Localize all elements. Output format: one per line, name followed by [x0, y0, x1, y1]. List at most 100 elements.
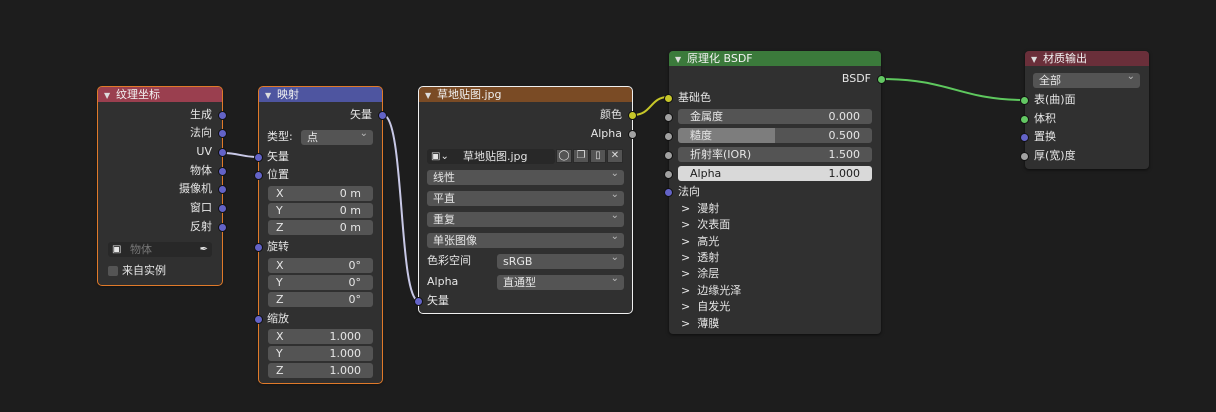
socket-ior[interactable]	[664, 151, 673, 160]
node-header[interactable]: ▼ 纹理坐标	[98, 87, 222, 102]
socket-normal[interactable]	[664, 188, 673, 197]
duplicate-icon[interactable]: ❐	[573, 149, 589, 163]
output-generated: 生成	[190, 108, 212, 121]
socket-window[interactable]	[218, 204, 227, 213]
extension-dropdown[interactable]: 重复	[427, 212, 624, 227]
panel-specular[interactable]: > 高光	[681, 234, 719, 250]
output-window: 窗口	[190, 201, 212, 214]
collapse-chevron-icon[interactable]: ▼	[1031, 52, 1043, 66]
collapse-chevron-icon[interactable]: ▼	[675, 52, 687, 66]
socket-object[interactable]	[218, 167, 227, 176]
panel-transmission[interactable]: > 透射	[681, 250, 719, 266]
location-label: 位置	[267, 168, 289, 181]
target-dropdown[interactable]: 全部	[1033, 73, 1140, 88]
scale-label: 缩放	[267, 312, 289, 325]
alpha-mode-dropdown[interactable]: 直通型	[497, 275, 624, 290]
rotation-x-field[interactable]: X 0°	[268, 258, 373, 273]
socket-generated[interactable]	[218, 111, 227, 120]
scale-y-field[interactable]: Y 1.000	[268, 346, 373, 361]
panel-subsurface[interactable]: > 次表面	[681, 217, 730, 233]
socket-thickness[interactable]	[1020, 152, 1029, 161]
panel-emission[interactable]: > 自发光	[681, 299, 730, 315]
collapse-chevron-icon[interactable]: ▼	[425, 88, 437, 102]
vector-input-label: 矢量	[267, 150, 289, 163]
location-z-field[interactable]: Z0 m	[268, 220, 373, 235]
socket-metallic[interactable]	[664, 113, 673, 122]
base-color-label: 基础色	[678, 91, 711, 104]
panel-diffuse[interactable]: > 漫射	[681, 201, 719, 217]
fake-user-shield-icon[interactable]: ◯	[556, 149, 572, 163]
panel-thin-film[interactable]: > 薄膜	[681, 316, 719, 332]
socket-reflection[interactable]	[218, 223, 227, 232]
roughness-slider[interactable]: 糙度 0.500	[678, 128, 872, 143]
image-name: 草地贴图.jpg	[463, 150, 528, 163]
rotation-y-field[interactable]: Y 0°	[268, 275, 373, 290]
socket-bsdf-out[interactable]	[877, 75, 886, 84]
node-header[interactable]: ▼ 原理化 BSDF	[669, 51, 881, 66]
output-normal: 法向	[190, 126, 212, 139]
type-dropdown[interactable]: 点	[301, 130, 373, 145]
node-header[interactable]: ▼ 材质输出	[1025, 51, 1149, 66]
socket-displacement[interactable]	[1020, 133, 1029, 142]
ior-field[interactable]: 折射率(IOR) 1.500	[678, 147, 872, 162]
object-field[interactable]: ▣ 物体 ✒	[108, 242, 212, 257]
node-title: 原理化 BSDF	[687, 52, 753, 65]
location-x-field[interactable]: X0 m	[268, 186, 373, 201]
socket-vector-out[interactable]	[378, 111, 387, 120]
socket-base-color[interactable]	[664, 94, 673, 103]
output-object: 物体	[190, 164, 212, 177]
panel-sheen[interactable]: > 边缘光泽	[681, 283, 741, 299]
source-dropdown[interactable]: 单张图像	[427, 233, 624, 248]
socket-volume[interactable]	[1020, 115, 1029, 124]
socket-uv[interactable]	[218, 148, 227, 157]
eyedropper-icon[interactable]: ✒	[200, 242, 208, 257]
image-datablock[interactable]: ▣⌄ 草地贴图.jpg	[427, 149, 555, 164]
socket-vector-in[interactable]	[254, 153, 263, 162]
socket-vector-in[interactable]	[414, 297, 423, 306]
interpolation-dropdown[interactable]: 线性	[427, 170, 624, 185]
output-color-label: 颜色	[600, 108, 622, 121]
unlink-close-icon[interactable]: ✕	[607, 149, 623, 163]
collapse-chevron-icon[interactable]: ▼	[265, 88, 277, 102]
panel-chevron-icon: >	[681, 300, 691, 313]
alpha-slider[interactable]: Alpha 1.000	[678, 166, 872, 181]
principled-bsdf-node[interactable]: ▼ 原理化 BSDF BSDF 基础色 金属度 0.000 糙度 0.500 折射…	[664, 51, 886, 334]
socket-color-out[interactable]	[628, 111, 637, 120]
texture-coordinate-node[interactable]: ▼ 纹理坐标 生成 法向 UV 物体 摄像机 窗口 反射 ▣ 物体 ✒ 来自实例	[97, 86, 227, 286]
type-value: 点	[307, 131, 318, 144]
scale-z-field[interactable]: Z 1.000	[268, 363, 373, 378]
object-cube-icon: ▣	[112, 244, 122, 255]
open-folder-icon[interactable]: ▯	[590, 149, 606, 163]
socket-alpha[interactable]	[664, 170, 673, 179]
rotation-z-field[interactable]: Z 0°	[268, 292, 373, 307]
socket-surface[interactable]	[1020, 96, 1029, 105]
node-title: 纹理坐标	[116, 88, 160, 101]
socket-location[interactable]	[254, 171, 263, 180]
node-header[interactable]: ▼ 映射	[259, 87, 382, 102]
color-space-dropdown[interactable]: sRGB	[497, 254, 624, 269]
mapping-node[interactable]: ▼映射 矢量 类型: 点 矢量 位置 X0 m Y0 m Z0 m 旋转 X0°…	[254, 86, 387, 384]
socket-rotation[interactable]	[254, 243, 263, 252]
socket-camera[interactable]	[218, 185, 227, 194]
image-browse-icon[interactable]: ▣⌄	[431, 149, 449, 164]
from-instancer-checkbox[interactable]	[108, 266, 118, 276]
node-header[interactable]: ▼ 草地贴图.jpg	[419, 87, 632, 102]
output-alpha-label: Alpha	[590, 127, 622, 140]
material-output-node[interactable]: ▼材质输出 全部 表(曲)面 体积 置换 厚(宽)度	[1020, 51, 1149, 169]
socket-normal[interactable]	[218, 129, 227, 138]
image-texture-node[interactable]: ▼ 草地贴图.jpg 颜色 Alpha ▣⌄ 草地贴图.jpg ◯ ❐ ▯ ✕ 线…	[414, 86, 637, 314]
socket-alpha-out[interactable]	[628, 130, 637, 139]
panel-chevron-icon: >	[681, 251, 691, 264]
projection-dropdown[interactable]: 平直	[427, 191, 624, 206]
collapse-chevron-icon[interactable]: ▼	[104, 88, 116, 102]
thickness-label: 厚(宽)度	[1034, 149, 1076, 162]
scale-x-field[interactable]: X 1.000	[268, 329, 373, 344]
metallic-slider[interactable]: 金属度 0.000	[678, 109, 872, 124]
link-uv-to-vector	[222, 152, 259, 158]
panel-chevron-icon: >	[681, 235, 691, 248]
panel-coat[interactable]: > 涂层	[681, 266, 719, 282]
location-y-field[interactable]: Y0 m	[268, 203, 373, 218]
socket-roughness[interactable]	[664, 132, 673, 141]
socket-scale[interactable]	[254, 315, 263, 324]
node-title: 映射	[277, 88, 299, 101]
